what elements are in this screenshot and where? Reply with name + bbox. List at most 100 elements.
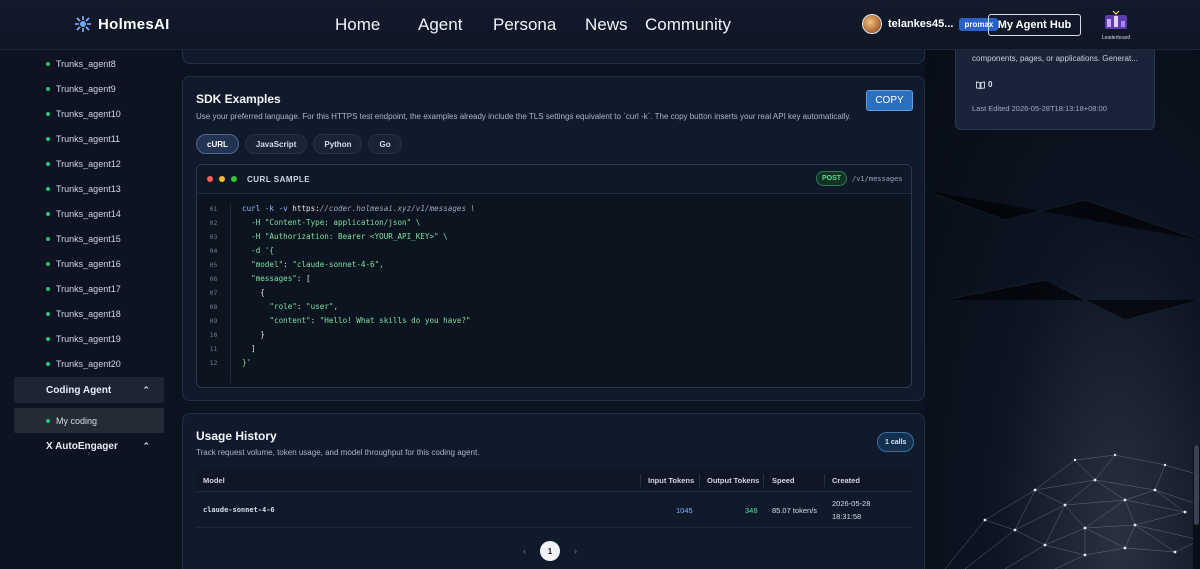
status-dot: [46, 87, 50, 91]
input-tokens-cell: 1045: [676, 506, 693, 515]
code-line: {: [242, 288, 265, 297]
code-line: "content": "Hello! What skills do you ha…: [242, 316, 471, 325]
code-line: -H "Content-Type: application/json" \: [242, 218, 421, 227]
sidebar-item-label: Trunks_agent9: [56, 84, 116, 94]
window-close-dot-icon: [207, 176, 213, 182]
tab-curl[interactable]: cURL: [196, 134, 239, 154]
sidebar-item-label: Trunks_agent20: [56, 359, 121, 369]
method-badge: POST: [816, 171, 848, 186]
my-agent-hub-button[interactable]: My Agent Hub: [988, 14, 1081, 36]
brand-logo[interactable]: HolmesAI: [74, 15, 170, 33]
output-tokens-cell: 348: [745, 506, 758, 515]
sidebar-item-trunks-agent[interactable]: Trunks_agent15: [46, 232, 121, 246]
table-row[interactable]: claude-sonnet-4-6 1045 348 85.07 token/s…: [196, 492, 912, 528]
column-header-input-tokens: Input Tokens: [648, 476, 695, 485]
sidebar-item-trunks-agent[interactable]: Trunks_agent16: [46, 257, 121, 271]
sidebar-item-label: Trunks_agent11: [56, 134, 121, 144]
status-dot: [46, 362, 50, 366]
sidebar-item-trunks-agent[interactable]: Trunks_agent20: [46, 357, 121, 371]
sidebar-item-trunks-agent[interactable]: Trunks_agent18: [46, 307, 121, 321]
line-number: 05: [209, 261, 218, 269]
next-page-icon[interactable]: ›: [574, 546, 577, 556]
line-number: 12: [209, 359, 218, 367]
language-tabs: cURL JavaScript Python Go: [196, 134, 402, 154]
sidebar-item-trunks-agent[interactable]: Trunks_agent9: [46, 82, 116, 96]
sidebar-item-label: Trunks_agent13: [56, 184, 121, 194]
usage-table: Model Input Tokens Output Tokens Speed C…: [196, 469, 912, 528]
tab-python[interactable]: Python: [313, 134, 363, 154]
pagination: ‹ 1 ›: [523, 541, 577, 561]
code-block[interactable]: 01 curl -k -v https://coder.holmesai.xyz/…: [197, 203, 911, 383]
usage-history-card: Usage History Track request volume, toke…: [182, 413, 925, 569]
sidebar-item-trunks-agent[interactable]: Trunks_agent19: [46, 332, 121, 346]
nav-community[interactable]: Community: [645, 15, 731, 35]
window-minimize-dot-icon: [219, 176, 225, 182]
status-dot: [46, 62, 50, 66]
speed-cell: 85.07 token/s: [772, 506, 818, 515]
sidebar-item-trunks-agent[interactable]: Trunks_agent17: [46, 282, 121, 296]
top-navbar: HolmesAI Home Agent Persona News Communi…: [0, 0, 1200, 50]
line-number: 09: [209, 317, 218, 325]
prev-page-icon[interactable]: ‹: [523, 546, 526, 556]
code-line: ]: [242, 344, 256, 353]
last-edited: Last Edited 2026-05-28T18:13:18+08:00: [972, 104, 1107, 113]
book-count-value: 0: [988, 80, 993, 89]
sidebar-group-coding-agent[interactable]: Coding Agent ⌃: [14, 377, 164, 403]
created-date-cell: 2026-05-28: [832, 499, 871, 508]
sidebar-item-trunks-agent[interactable]: Trunks_agent10: [46, 107, 121, 121]
sidebar-group-x-autoengager[interactable]: X AutoEngager ⌃: [14, 433, 164, 459]
agent-description: components, pages, or applications. Gene…: [972, 54, 1138, 63]
book-count: 0: [976, 80, 992, 89]
status-dot: [46, 418, 50, 423]
avatar: [862, 14, 882, 34]
brand-name: HolmesAI: [98, 15, 170, 33]
nav-persona[interactable]: Persona: [493, 15, 556, 35]
user-menu[interactable]: telankes45... promax: [862, 14, 999, 34]
sidebar-item-trunks-agent[interactable]: Trunks_agent14: [46, 207, 121, 221]
window-maximize-dot-icon: [231, 176, 237, 182]
sidebar-group-label: Coding Agent: [46, 384, 112, 396]
line-number: 04: [209, 247, 218, 255]
line-number: 11: [209, 345, 218, 353]
status-dot: [46, 312, 50, 316]
column-header-model: Model: [203, 476, 225, 485]
nav-news[interactable]: News: [585, 15, 628, 35]
nav-agent[interactable]: Agent: [418, 15, 462, 35]
tab-go[interactable]: Go: [368, 134, 402, 154]
sidebar-item-trunks-agent[interactable]: Trunks_agent11: [46, 132, 120, 146]
scrollbar-thumb[interactable]: [1194, 445, 1199, 525]
status-dot: [46, 162, 50, 166]
code-panel: CURL SAMPLE POST /v1/messages 01 curl -k …: [196, 164, 912, 388]
code-line: -d '{: [242, 246, 275, 255]
tab-javascript[interactable]: JavaScript: [244, 134, 308, 154]
status-dot: [46, 112, 50, 116]
column-header-speed: Speed: [772, 476, 795, 485]
copy-button[interactable]: COPY: [866, 90, 913, 111]
leaderboard-icon: [1105, 10, 1127, 29]
sidebar-item-my-coding[interactable]: My coding: [14, 408, 164, 433]
sidebar-item-label: Trunks_agent18: [56, 309, 121, 319]
sidebar-group-label: X AutoEngager: [46, 440, 118, 452]
sidebar-item-trunks-agent[interactable]: Trunks_agent13: [46, 182, 121, 196]
sidebar-item-label: Trunks_agent15: [56, 234, 121, 244]
usage-description: Track request volume, token usage, and m…: [196, 448, 480, 457]
username: telankes45...: [888, 18, 954, 30]
nav-home[interactable]: Home: [335, 15, 380, 35]
code-line: "model": "claude-sonnet-4-6",: [242, 260, 384, 269]
line-number: 02: [209, 219, 218, 227]
column-divider: [699, 474, 700, 487]
status-dot: [46, 212, 50, 216]
sdk-description: Use your preferred language. For this HT…: [196, 112, 851, 121]
agent-info-card[interactable]: components, pages, or applications. Gene…: [955, 40, 1155, 130]
line-number: 08: [209, 303, 218, 311]
sidebar-item-trunks-agent[interactable]: Trunks_agent8: [46, 57, 116, 71]
sidebar-item-trunks-agent[interactable]: Trunks_agent12: [46, 157, 121, 171]
page-number-button[interactable]: 1: [540, 541, 560, 561]
table-header: Model Input Tokens Output Tokens Speed C…: [196, 469, 912, 492]
chevron-up-icon: ⌃: [142, 384, 150, 395]
leaderboard-link[interactable]: Leaderboard: [1100, 9, 1132, 41]
book-icon: [976, 80, 985, 89]
created-time-cell: 18:31:58: [832, 512, 862, 521]
code-line: curl -k -v https://coder.holmesai.xyz/v1…: [242, 204, 476, 213]
sidebar-item-label: Trunks_agent8: [56, 59, 116, 69]
